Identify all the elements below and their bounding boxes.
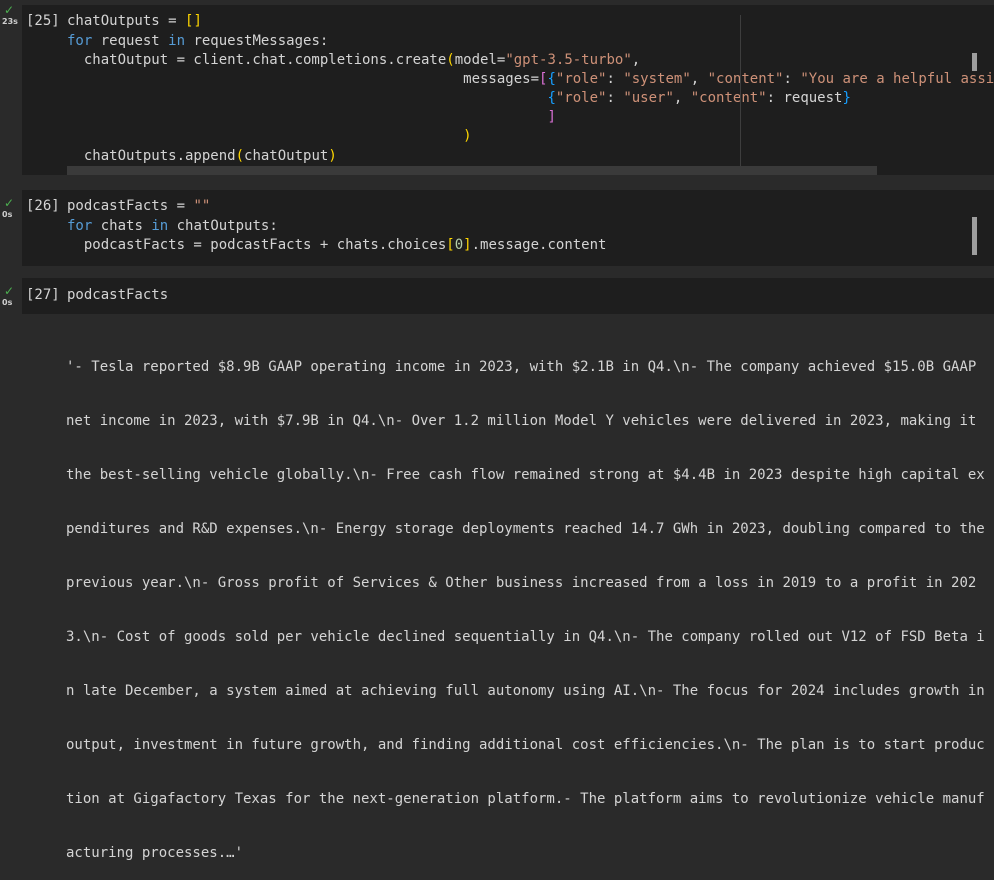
code-token: podcastFacts = podcastFacts + chats.choi… [67, 237, 447, 253]
code-token: chats [92, 218, 152, 234]
code-line: chatOutputs = [] [67, 12, 202, 31]
code-token: { [547, 90, 556, 106]
code-line: podcastFacts = podcastFacts + chats.choi… [67, 236, 607, 255]
code-token: : [783, 71, 801, 87]
code-token: ] [547, 109, 556, 125]
vertical-scrollbar[interactable] [972, 53, 977, 71]
output-line: the best-selling vehicle globally.\n- Fr… [66, 467, 985, 483]
code-line: chatOutput = client.chat.completions.cre… [67, 51, 640, 70]
code-token: for [67, 33, 93, 49]
code-token: "role" [555, 71, 607, 87]
code-token: chatOutput [244, 148, 329, 164]
code-line: chatOutputs.append(chatOutput) [67, 147, 337, 166]
output-line: previous year.\n- Gross profit of Servic… [66, 575, 977, 591]
code-token: [] [185, 13, 202, 29]
code-token: , [690, 71, 708, 87]
code-line: {"role": "user", "content": request} [67, 89, 851, 108]
code-cell-26[interactable]: ✓ 0s [26] podcastFacts = "" for chats in… [0, 190, 994, 266]
code-token: in [151, 218, 169, 234]
check-icon: ✓ [4, 284, 15, 298]
code-token: : [606, 90, 624, 106]
code-token: : [606, 71, 624, 87]
horizontal-scrollbar[interactable] [67, 166, 877, 175]
check-icon: ✓ [4, 3, 15, 17]
code-token: .message.content [471, 237, 607, 253]
output-line: n late December, a system aimed at achie… [66, 683, 985, 699]
code-editor[interactable]: [26] podcastFacts = "" for chats in chat… [22, 190, 994, 266]
code-line: ) [67, 127, 472, 146]
code-token: model= [454, 52, 506, 68]
code-token: { [547, 71, 556, 87]
output-line: tion at Gigafactory Texas for the next-g… [66, 791, 985, 807]
code-token: "content" [690, 90, 767, 106]
code-token: podcastFacts = [67, 198, 194, 214]
code-token: requestMessages: [185, 33, 329, 49]
code-token: "gpt-3.5-turbo" [505, 52, 632, 68]
code-token: , [631, 52, 641, 68]
code-line: messages=[{"role": "system", "content": … [67, 70, 994, 89]
code-token: "system" [623, 71, 691, 87]
output-line: penditures and R&D expenses.\n- Energy s… [66, 521, 985, 537]
code-line: podcastFacts [67, 287, 169, 303]
code-token: 0 [454, 237, 464, 253]
code-token: [ [446, 237, 455, 253]
code-token: messages= [67, 71, 540, 87]
output-line: net income in 2023, with $7.9B in Q4.\n-… [66, 413, 977, 429]
code-token: "content" [707, 71, 784, 87]
code-token: : request [766, 90, 843, 106]
code-token: } [842, 90, 851, 106]
code-token: in [168, 33, 186, 49]
code-cell-25[interactable]: ✓ 23s [25] chatOutputs = [] for request … [0, 3, 994, 180]
exec-count: [25] [26, 13, 60, 29]
code-token: "user" [623, 90, 674, 106]
exec-count: [27] [26, 287, 60, 303]
code-token: ( [235, 148, 245, 164]
exec-time: 0s [2, 298, 13, 307]
code-token: ) [463, 128, 472, 144]
code-line: for chats in chatOutputs: [67, 217, 278, 236]
code-token: for [67, 218, 93, 234]
output-line: acturing processes.…' [66, 845, 244, 861]
code-cell-27[interactable]: ✓ 0s [27] podcastFacts [0, 278, 994, 314]
vertical-scrollbar[interactable] [972, 217, 977, 255]
code-token: ( [446, 52, 455, 68]
output-line: '- Tesla reported $8.9B GAAP operating i… [66, 359, 977, 375]
code-token: "role" [555, 90, 607, 106]
output-line: output, investment in future growth, and… [66, 737, 985, 753]
code-token: ] [463, 237, 472, 253]
code-token: "" [193, 198, 211, 214]
exec-count: [26] [26, 198, 60, 214]
code-token: chatOutputs.append [67, 148, 236, 164]
cell-output: '- Tesla reported $8.9B GAAP operating i… [66, 322, 990, 880]
ruler-line [740, 15, 741, 175]
code-line: podcastFacts = "" [67, 197, 210, 216]
code-token: chatOutput = client.chat.completions.cre… [67, 52, 447, 68]
code-token: ) [328, 148, 337, 164]
code-line: for request in requestMessages: [67, 32, 328, 51]
code-token: request [92, 33, 169, 49]
code-token: "You are a helpful assist [800, 71, 994, 87]
code-token: , [673, 90, 691, 106]
code-editor[interactable]: [25] chatOutputs = [] for request in req… [22, 5, 994, 175]
code-editor[interactable]: [27] podcastFacts [22, 278, 994, 314]
exec-time: 0s [2, 210, 13, 219]
code-line: ] [67, 108, 556, 127]
code-token: chatOutputs: [168, 218, 278, 234]
check-icon: ✓ [4, 196, 15, 210]
output-line: 3.\n- Cost of goods sold per vehicle dec… [66, 629, 985, 645]
exec-time: 23s [2, 17, 18, 26]
code-token: chatOutputs = [67, 13, 186, 29]
